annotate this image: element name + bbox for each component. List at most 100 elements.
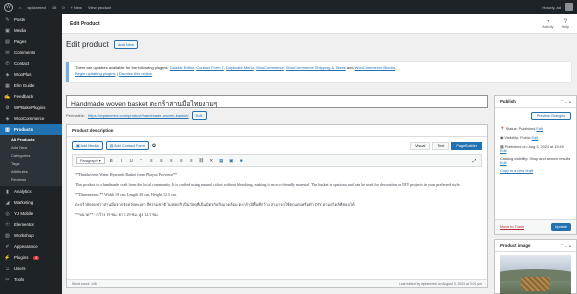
notice-plugin-link[interactable]: WooCommerce Shipping & Taxes [286,65,346,70]
move-to-trash-link[interactable]: Move to Trash [500,225,524,229]
activity-label: Activity [542,24,554,29]
copy-to-draft-link[interactable]: Copy to a new draft [500,169,533,173]
howdy-text[interactable]: Howdy, ad [542,5,561,10]
help-button[interactable]: ? Help [562,19,569,29]
product-title-input[interactable]: Handmade woven basket ตะกร้าสานมือไทยงาม… [66,95,488,108]
sidebar-item-marketing[interactable]: ◢ Marketing [0,197,62,208]
sidebar-item-elementor[interactable]: ⓔ Elementor [0,219,62,230]
format-select[interactable]: Paragraph ▾ [76,157,105,164]
extra-icon[interactable]: ✿ [152,143,156,149]
preview-changes-button[interactable]: Preview Changes [531,112,571,120]
comments-icon: ✉ [5,49,10,56]
align-left-icon[interactable]: ≡ [148,158,155,163]
published-edit-link[interactable]: Edit [500,149,507,153]
status-edit-link[interactable]: Edit [536,127,543,131]
publish-box-header[interactable]: Publish ⌃ ⌄ ▴ [495,96,576,108]
sidebar-item-feedback[interactable]: ✍ Feedback [0,91,62,102]
wordpress-logo-icon[interactable]: W [4,2,13,12]
admin-bar: W ⌂ wplanered 16 0 + New View product Ho… [0,0,577,14]
catalog-edit-link[interactable]: Edit [500,161,507,165]
submenu-item[interactable]: Reviews [0,176,62,184]
numbered-list-icon[interactable]: ≡ [188,158,195,163]
page-heading: Edit product Add New [66,40,138,49]
sidebar-item-posts[interactable]: ✎ Posts [0,14,62,25]
visibility-edit-link[interactable]: Edit [532,136,539,140]
notice-plugin-link[interactable]: Duplicate Menu [226,65,254,70]
sidebar-item-plugins[interactable]: ⚡ Plugins 8 [0,252,62,263]
collapse-controls-icon[interactable]: ⌃ ⌄ ▴ [560,99,571,104]
sidebar-item-analytics[interactable]: ▮ Analytics [0,186,62,197]
home-icon[interactable]: ⌂ [19,5,21,10]
tools-icon: ✂ [5,276,10,283]
dismiss-notice-link[interactable]: Dismiss this notice [119,71,152,76]
sidebar-item-comments[interactable]: ✉ Comments [0,47,62,58]
sidebar-item-woocommerce[interactable]: ◈ WooCommerce [0,113,62,124]
new-content-link[interactable]: + New [71,5,82,10]
visibility-label: Visibility: Public [504,136,531,140]
sidebar-item-users[interactable]: ☺ Users [0,263,62,274]
fullscreen-icon[interactable]: ▣ [228,158,235,164]
submenu-item[interactable]: Tags [0,160,62,168]
notice-plugin-link[interactable]: Classic Editor [170,65,194,70]
product-image-thumbnail[interactable] [500,255,571,294]
submenu-item[interactable]: Add New [0,144,62,152]
site-name[interactable]: wplanered [27,5,45,10]
italic-icon[interactable]: I [118,158,125,163]
sidebar-item-tools[interactable]: ✂ Tools [0,274,62,285]
sidebar-item-contact[interactable]: ✆ Contact [0,58,62,69]
sidebar-item-wooplus[interactable]: ◈ WooPlus [0,69,62,80]
expand-icon[interactable]: ⤢ [471,158,478,163]
begin-updating-link[interactable]: Begin updating plugins [75,71,115,76]
sidebar-item-appearance[interactable]: ✐ Appearance [0,241,62,252]
sidebar-item-pages[interactable]: ▤ Pages [0,36,62,47]
unlink-icon[interactable]: ✕ [208,158,215,164]
add-contact-form-button[interactable]: ▤ Add Contact Form [105,141,149,150]
updates-count[interactable]: 16 [52,5,56,10]
bold-icon[interactable]: B [108,158,115,163]
content-paragraph: **ขนาด** : กว้าง 19 ซม. ยาว 29 ซม. สูง 1… [75,212,159,217]
notice-plugin-link[interactable]: WooCommerce Blocks [355,65,396,70]
bullet-list-icon[interactable]: ≡ [178,158,185,163]
collapse-controls-icon[interactable]: ⌃ ⌄ ▴ [560,243,571,248]
link-icon[interactable]: ⛓ [198,158,205,164]
color-icon[interactable]: ■ [238,158,245,163]
notice-text: There are updates available for the foll… [75,65,169,70]
avatar[interactable] [565,3,573,11]
tab-pagebuilder[interactable]: PageBuilder [451,141,482,150]
add-media-button[interactable]: ▣ Add Media [72,141,103,150]
permalink-url[interactable]: https://wplanered.com/product/handmade-w… [88,113,189,118]
notice-plugin-link[interactable]: WooCommerce [256,65,284,70]
blocks-icon: ▦ [5,82,10,89]
underline-icon[interactable]: U [128,158,135,163]
tab-text[interactable]: Text [432,141,450,150]
blockquote-icon[interactable]: “ [138,158,145,163]
submenu-item[interactable]: Attributes [0,168,62,176]
sidebar-item-label: Workshop [14,233,34,238]
sidebar-item-elm-guide[interactable]: ▦ Elm Guide [0,80,62,91]
contact-icon: ✆ [5,60,10,67]
sidebar-item-label: Elementor [14,222,35,227]
submenu-item[interactable]: Categories [0,152,62,160]
view-product-link[interactable]: View product [88,5,111,10]
product-image-header[interactable]: Product image ⌃ ⌄ ▴ [495,240,576,252]
add-new-button[interactable]: Add New [113,40,138,49]
sidebar-item-products[interactable]: ▥ Products [0,124,62,135]
sidebar-item-workshop[interactable]: ▧ Workshop [0,230,62,241]
media-icon: ▣ [5,27,10,34]
align-right-icon[interactable]: ≡ [168,158,175,163]
submenu-item[interactable]: All Products [0,136,62,144]
table-icon[interactable]: ▦ [218,158,225,164]
notice-plugin-link[interactable]: Contact Form 7 [196,65,224,70]
sidebar-item-media[interactable]: ▣ Media [0,25,62,36]
activity-button[interactable]: ◔ Activity [542,19,553,29]
align-center-icon[interactable]: ≡ [158,158,165,163]
update-button[interactable]: Update [550,223,571,231]
permalink-edit-button[interactable]: Edit [191,111,207,120]
users-icon: ☺ [4,265,11,272]
editor-content[interactable]: **Handwoven Water Hyacinth Basket from P… [67,167,487,227]
sidebar-item-yj-mobile[interactable]: ◎ YJ Mobile [0,208,62,219]
sidebar-item-wpbakeplugins[interactable]: ⚙ WPBakePlugins [0,102,62,113]
sidebar-item-label: Analytics [14,189,32,194]
comments-count[interactable]: 0 [62,5,64,10]
tab-visual[interactable]: Visual [410,141,431,150]
